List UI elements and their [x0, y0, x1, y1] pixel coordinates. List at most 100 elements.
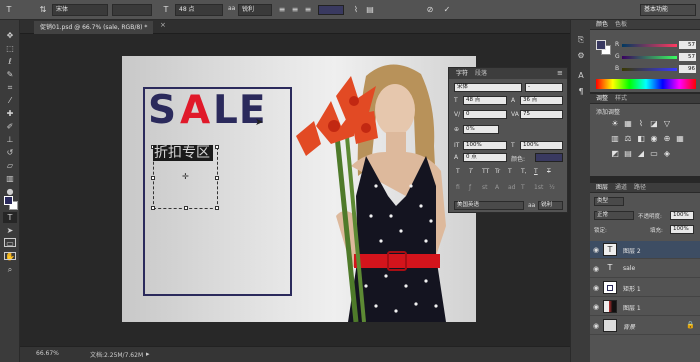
invert-icon[interactable]: ◩: [610, 149, 620, 158]
char-antialias-select[interactable]: 锐利: [538, 201, 563, 210]
blend-mode-select[interactable]: 正常: [594, 211, 634, 220]
layer-name[interactable]: 背景: [623, 322, 635, 331]
char-hscale[interactable]: 100%: [520, 141, 563, 150]
fill-value[interactable]: 100%: [670, 225, 694, 234]
red-value[interactable]: 57: [679, 41, 696, 49]
char-vscale[interactable]: 100%: [463, 141, 507, 150]
healing-tool-icon[interactable]: ✚: [3, 108, 17, 119]
faux-italic-button[interactable]: T: [469, 168, 473, 175]
layer-row[interactable]: ◉ 图层 1: [590, 298, 700, 316]
layer-row[interactable]: ◉ T sale: [590, 260, 700, 278]
document-size[interactable]: 文档:2.25M/7.62M: [90, 350, 143, 359]
zoom-level[interactable]: 66.67%: [36, 350, 59, 357]
opacity-value[interactable]: 100%: [670, 211, 694, 220]
color-lookup-icon[interactable]: ▦: [675, 134, 685, 143]
text-color-swatch[interactable]: [318, 5, 344, 15]
document-tab[interactable]: 促销01.psd @ 66.7% (sale, RGB/8) *: [34, 21, 154, 34]
char-baseline[interactable]: 0 点: [463, 153, 507, 162]
superscript-button[interactable]: T: [508, 168, 512, 175]
fraction2-button[interactable]: 1st: [534, 184, 543, 191]
all-caps-button[interactable]: TT: [482, 168, 489, 175]
language-select[interactable]: 美国英语: [454, 201, 524, 210]
visibility-eye-icon[interactable]: ◉: [593, 265, 599, 273]
layer-filter-select[interactable]: 类型: [594, 197, 624, 206]
swash-button[interactable]: ƒ: [469, 184, 471, 191]
transform-handle[interactable]: [184, 206, 188, 210]
faux-bold-button[interactable]: T: [456, 168, 460, 175]
history-panel-icon[interactable]: ⎘: [574, 34, 588, 45]
selective-color-icon[interactable]: ◈: [662, 149, 672, 158]
properties-panel-icon[interactable]: ⚙: [574, 50, 588, 61]
fraction-button[interactable]: T: [521, 184, 525, 191]
commit-icon[interactable]: ✓: [441, 4, 453, 16]
antialias-select[interactable]: 锐利: [238, 4, 272, 16]
visibility-eye-icon[interactable]: ◉: [593, 303, 599, 311]
exposure-icon[interactable]: ◪: [649, 119, 659, 128]
threshold-icon[interactable]: ◢: [636, 149, 646, 158]
layer-name[interactable]: 矩形 1: [623, 284, 641, 293]
eraser-tool-icon[interactable]: ▱: [3, 160, 17, 171]
layer-row[interactable]: ◉ T 图层 2: [590, 241, 700, 259]
crop-tool-icon[interactable]: ⌗: [3, 82, 17, 93]
green-slider[interactable]: G 57: [615, 53, 699, 62]
layer-name[interactable]: sale: [623, 265, 635, 272]
path-select-tool-icon[interactable]: ➤: [3, 225, 17, 236]
cancel-icon[interactable]: ⊘: [424, 4, 436, 16]
green-value[interactable]: 57: [679, 53, 696, 61]
quick-select-tool-icon[interactable]: ✎: [3, 69, 17, 80]
character-panel-icon[interactable]: A: [574, 70, 588, 81]
layer-name[interactable]: 图层 1: [623, 303, 641, 312]
tab-paths[interactable]: 路径: [634, 184, 646, 192]
transform-handle[interactable]: [151, 206, 155, 210]
font-style-select[interactable]: [112, 4, 152, 16]
hue-sat-icon[interactable]: ▥: [610, 134, 620, 143]
marquee-tool-icon[interactable]: ⬚: [3, 43, 17, 54]
tab-layers[interactable]: 图层: [596, 184, 608, 192]
align-center-icon[interactable]: ≡: [289, 4, 301, 16]
ligature-button[interactable]: fi: [456, 184, 460, 191]
char-font-style[interactable]: -: [525, 83, 563, 92]
char-tsume[interactable]: 0%: [463, 125, 499, 134]
titling-button[interactable]: A: [495, 184, 499, 191]
tab-styles[interactable]: 样式: [615, 95, 627, 103]
eyedropper-tool-icon[interactable]: ⁄: [3, 95, 17, 106]
stamp-tool-icon[interactable]: ⊥: [3, 134, 17, 145]
tab-adjustments[interactable]: 调整: [596, 95, 608, 103]
screen-mode-icon[interactable]: [4, 252, 16, 260]
blue-track[interactable]: [622, 68, 677, 71]
workspace-select[interactable]: 基本功能: [640, 4, 696, 16]
photo-filter-icon[interactable]: ◉: [649, 134, 659, 143]
small-caps-button[interactable]: Tr: [495, 168, 500, 175]
history-brush-tool-icon[interactable]: ↺: [3, 147, 17, 158]
color-spectrum[interactable]: [596, 79, 696, 89]
stylistic-button[interactable]: st: [482, 184, 487, 191]
visibility-eye-icon[interactable]: ◉: [593, 246, 599, 254]
subscript-button[interactable]: T,: [521, 168, 527, 175]
char-kerning[interactable]: 0: [463, 110, 507, 119]
lasso-tool-icon[interactable]: ℓ: [3, 56, 17, 67]
blue-slider[interactable]: B 96: [615, 65, 699, 74]
char-leading[interactable]: 36 点: [520, 96, 563, 105]
font-family-select[interactable]: 宋体: [52, 4, 108, 16]
layer-row[interactable]: ◉ 矩形 1: [590, 279, 700, 297]
posterize-icon[interactable]: ▤: [623, 149, 633, 158]
panels-icon[interactable]: ▤: [364, 4, 376, 16]
align-right-icon[interactable]: ≡: [302, 4, 314, 16]
foreground-color-swatch[interactable]: [4, 196, 13, 205]
gradient-map-icon[interactable]: ▭: [649, 149, 659, 158]
brightness-icon[interactable]: ☀: [610, 119, 620, 128]
transform-handle[interactable]: [215, 145, 219, 149]
curves-icon[interactable]: ⌇: [636, 119, 646, 128]
strikethrough-button[interactable]: T: [547, 168, 551, 175]
red-track[interactable]: [622, 44, 677, 47]
tab-paragraph[interactable]: 段落: [475, 70, 487, 78]
gradient-tool-icon[interactable]: ▥: [3, 173, 17, 184]
panel-menu-icon[interactable]: ≡: [557, 69, 563, 77]
layer-name[interactable]: 图层 2: [623, 246, 641, 255]
move-tool-icon[interactable]: ✥: [3, 30, 17, 41]
green-track[interactable]: [622, 56, 677, 59]
paragraph-panel-icon[interactable]: ¶: [574, 86, 588, 97]
char-color-swatch[interactable]: [535, 153, 563, 162]
transform-handle[interactable]: [215, 176, 219, 180]
align-left-icon[interactable]: ≡: [276, 4, 288, 16]
